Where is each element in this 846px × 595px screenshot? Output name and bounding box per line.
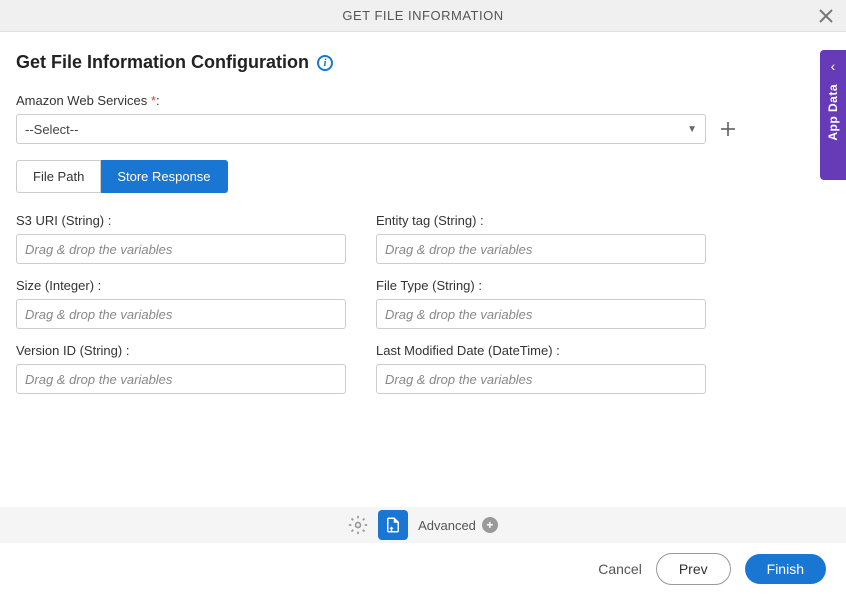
tab-store-response[interactable]: Store Response — [101, 160, 227, 193]
advanced-label: Advanced — [418, 518, 476, 533]
aws-field-group: Amazon Web Services *: --Select-- ▼ — [16, 93, 830, 144]
cancel-button[interactable]: Cancel — [598, 561, 642, 577]
s3-uri-label: S3 URI (String) : — [16, 213, 346, 228]
file-type-label: File Type (String) : — [376, 278, 706, 293]
page-mapping-button[interactable] — [378, 510, 408, 540]
plus-circle-icon: + — [482, 517, 498, 533]
s3-uri-field: S3 URI (String) : — [16, 213, 346, 264]
size-field: Size (Integer) : — [16, 278, 346, 329]
content-area: Get File Information Configuration i Ama… — [0, 32, 846, 394]
entity-tag-label: Entity tag (String) : — [376, 213, 706, 228]
aws-select-text: --Select-- — [25, 122, 78, 137]
version-id-field: Version ID (String) : — [16, 343, 346, 394]
size-label: Size (Integer) : — [16, 278, 346, 293]
app-data-tab[interactable]: ‹ App Data — [820, 50, 846, 180]
finish-button[interactable]: Finish — [745, 554, 826, 584]
aws-select-row: --Select-- ▼ — [16, 114, 830, 144]
required-marker: * — [151, 93, 156, 108]
aws-label-text: Amazon Web Services — [16, 93, 151, 108]
form-grid: S3 URI (String) : Entity tag (String) : … — [16, 213, 830, 394]
close-button[interactable] — [816, 6, 836, 26]
file-type-field: File Type (String) : — [376, 278, 706, 329]
page-icon — [384, 516, 402, 534]
page-title: Get File Information Configuration — [16, 52, 309, 73]
aws-label: Amazon Web Services *: — [16, 93, 830, 108]
last-modified-input[interactable] — [376, 364, 706, 394]
tab-row: File Path Store Response — [16, 160, 830, 193]
settings-button[interactable] — [348, 515, 368, 535]
header-title: GET FILE INFORMATION — [342, 8, 503, 23]
entity-tag-input[interactable] — [376, 234, 706, 264]
chevron-left-icon: ‹ — [831, 58, 836, 74]
file-type-input[interactable] — [376, 299, 706, 329]
page-title-row: Get File Information Configuration i — [16, 52, 830, 73]
bottom-toolbar: Advanced + — [0, 507, 846, 543]
version-id-input[interactable] — [16, 364, 346, 394]
chevron-down-icon: ▼ — [687, 124, 697, 135]
plus-icon — [720, 121, 736, 137]
last-modified-label: Last Modified Date (DateTime) : — [376, 343, 706, 358]
tab-file-path[interactable]: File Path — [16, 160, 101, 193]
footer-bar: Cancel Prev Finish — [0, 543, 846, 595]
info-icon[interactable]: i — [317, 55, 333, 71]
size-input[interactable] — [16, 299, 346, 329]
advanced-button[interactable]: Advanced + — [418, 517, 498, 533]
close-icon — [819, 9, 833, 23]
gear-icon — [348, 515, 368, 535]
last-modified-field: Last Modified Date (DateTime) : — [376, 343, 706, 394]
app-data-label: App Data — [826, 84, 840, 141]
s3-uri-input[interactable] — [16, 234, 346, 264]
entity-tag-field: Entity tag (String) : — [376, 213, 706, 264]
header-bar: GET FILE INFORMATION — [0, 0, 846, 32]
version-id-label: Version ID (String) : — [16, 343, 346, 358]
aws-select[interactable]: --Select-- ▼ — [16, 114, 706, 144]
prev-button[interactable]: Prev — [656, 553, 731, 585]
add-aws-button[interactable] — [714, 115, 742, 143]
